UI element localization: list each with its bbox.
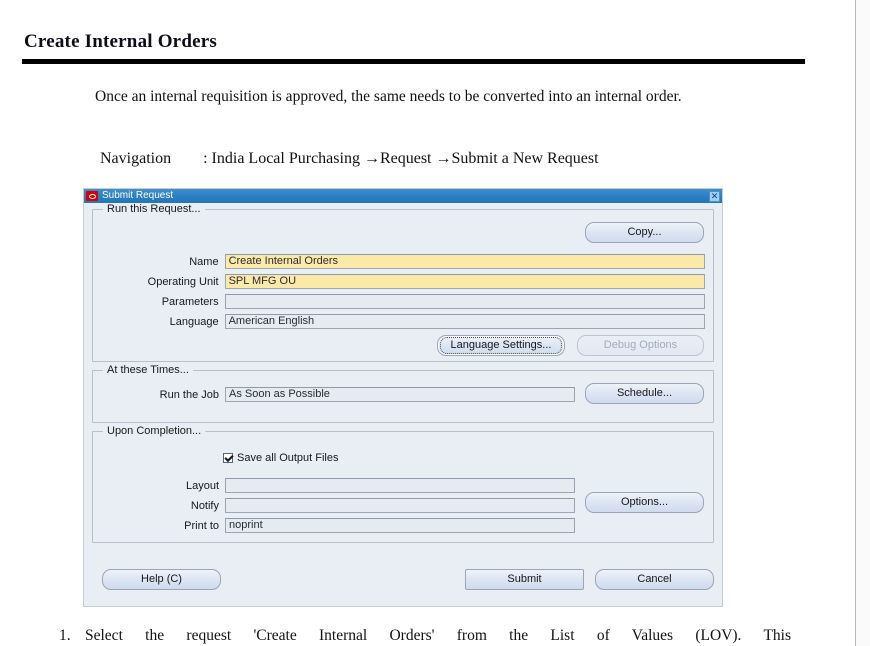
cancel-button-label: Cancel [637,573,672,585]
input-notify[interactable] [225,498,575,513]
save-all-output-files-checkbox[interactable] [223,453,233,463]
copy-button-label: Copy... [627,226,662,238]
label-run-the-job: Run the Job [159,388,219,401]
input-layout[interactable] [225,478,575,493]
help-button[interactable]: Help (C) [102,569,221,590]
page-gutter [856,0,870,646]
field-row-print-to: Print to noprint [93,518,705,533]
oracle-logo-icon [86,191,98,201]
schedule-button[interactable]: Schedule... [585,383,704,404]
dialog-button-bar: Help (C) Submit Cancel [92,569,714,593]
options-button-label: Options... [620,496,669,508]
intro-paragraph: Once an internal requisition is approved… [95,88,682,105]
label-notify: Notify [190,499,219,512]
input-parameters[interactable] [224,294,705,309]
dialog-title: Submit Request [102,190,174,201]
label-name: Name [189,255,219,268]
close-icon[interactable]: ✕ [709,190,720,202]
label-layout: Layout [185,479,219,492]
footer-list-number: 1. [59,627,71,644]
group-title-run-this-request: Run this Request... [103,203,205,215]
debug-options-button[interactable]: Debug Options [577,335,704,356]
field-row-name: Name Create Internal Orders [93,254,705,269]
input-language[interactable]: American English [224,314,705,329]
field-row-layout: Layout [93,478,705,493]
dialog-titlebar[interactable]: Submit Request ✕ [84,189,722,203]
submit-request-dialog: Submit Request ✕ Run this Request... Cop… [84,189,722,606]
input-operating-unit[interactable]: SPL MFG OU [224,274,705,289]
cancel-button[interactable]: Cancel [595,569,714,590]
footer-list-text: Select the request 'Create Internal Orde… [85,627,791,644]
input-print-to[interactable]: noprint [225,518,575,533]
submit-button[interactable]: Submit [465,569,584,590]
label-parameters: Parameters [161,295,219,308]
language-settings-button[interactable]: Language Settings... [437,335,565,356]
dialog-body: Run this Request... Copy... Name Create … [84,203,722,606]
field-row-language: Language American English [93,314,705,329]
field-row-operating-unit: Operating Unit SPL MFG OU [93,274,705,289]
label-language: Language [169,315,219,328]
language-settings-button-label: Language Settings... [450,339,552,351]
copy-button[interactable]: Copy... [585,222,704,243]
debug-options-button-label: Debug Options [603,339,678,351]
group-at-these-times: At these Times... Run the Job As Soon as… [92,364,714,423]
group-title-at-these-times: At these Times... [103,364,193,376]
navigation-path: Navigation : India Local Purchasing →Req… [100,150,599,167]
input-name[interactable]: Create Internal Orders [224,254,705,269]
label-operating-unit: Operating Unit [147,275,219,288]
document-page: Create Internal Orders Once an internal … [0,0,856,646]
submit-button-label: Submit [507,573,542,585]
group-run-this-request: Run this Request... Copy... Name Create … [92,203,714,362]
label-print-to: Print to [184,519,219,532]
options-button[interactable]: Options... [585,492,704,513]
field-row-parameters: Parameters [93,294,705,309]
heading-rule [22,59,805,64]
page-title: Create Internal Orders [24,31,217,52]
schedule-button-label: Schedule... [616,387,673,399]
input-run-the-job[interactable]: As Soon as Possible [225,387,575,402]
save-all-output-files-label: Save all Output Files [237,452,339,464]
help-button-label: Help (C) [141,573,182,585]
save-all-output-files-row: Save all Output Files [223,452,339,464]
group-title-upon-completion: Upon Completion... [103,425,206,437]
group-upon-completion: Upon Completion... Save all Output Files… [92,425,714,543]
footer-list-item: 1. Select the request 'Create Internal Or… [59,627,796,645]
